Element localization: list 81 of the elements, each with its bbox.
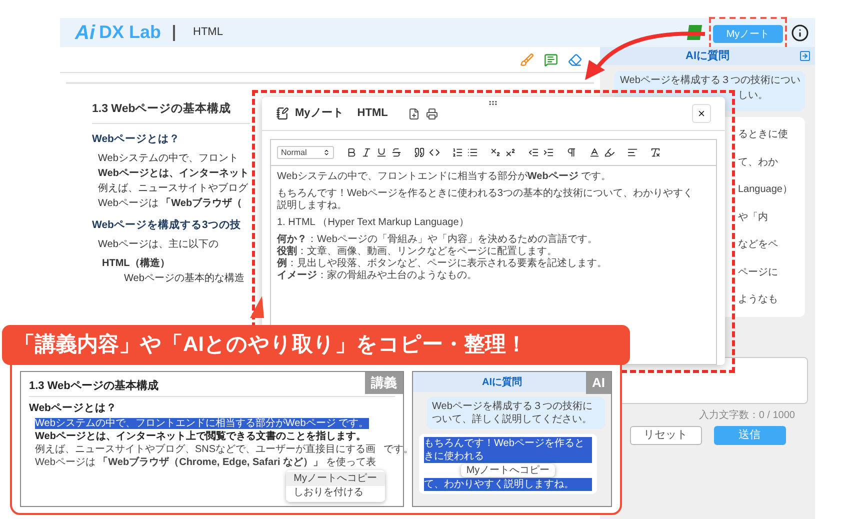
note-text: もちろんです！Webページを作るときに使われる3つの基本的な技術について、わかりやすく説明しますね。 bbox=[277, 188, 694, 212]
message-text: ページに bbox=[738, 266, 778, 278]
panel-button[interactable]: リセット bbox=[630, 426, 702, 445]
print-icon[interactable] bbox=[426, 108, 438, 120]
superscript-icon[interactable] bbox=[505, 147, 516, 158]
preview-text: Webページは 「Webブラウザ（Chrome, Edge, Safari など）」 を使って表 bbox=[35, 457, 376, 468]
lecture-text: Webページは 「Webブラウザ（ bbox=[98, 198, 242, 209]
note-text: 1. HTML （Hyper Text Markup Language） bbox=[277, 217, 470, 229]
style-select[interactable]: Normal bbox=[277, 146, 334, 159]
italic-icon[interactable] bbox=[361, 147, 372, 158]
lecture-title: 1.3 Webページの基本構成 bbox=[92, 103, 232, 115]
subscript-icon[interactable] bbox=[490, 147, 501, 158]
preview-text: です。 bbox=[384, 443, 414, 456]
selected-text: Webシステムの中で、フロントエンドに相当する部分がWebページ です。 bbox=[35, 418, 369, 429]
message-text: Language） bbox=[738, 184, 792, 195]
logo-text: DX Lab bbox=[99, 21, 162, 44]
outdent-icon[interactable] bbox=[528, 147, 539, 158]
clear-format-icon[interactable] bbox=[650, 147, 661, 158]
bold-icon[interactable] bbox=[346, 147, 357, 158]
align-left-icon[interactable] bbox=[627, 147, 638, 158]
lecture-text: HTML（構造） bbox=[102, 258, 170, 268]
modal-course: HTML bbox=[357, 106, 388, 122]
note-text: 何か？：Webページの「骨組み」や「内容」を決めるための言語です。 bbox=[277, 234, 598, 246]
eraser-icon[interactable] bbox=[568, 52, 582, 66]
message-text: や「内 bbox=[738, 212, 768, 222]
lecture-text: Webページは、主に以下の bbox=[98, 238, 218, 250]
preview-title: AIに質問 bbox=[482, 376, 522, 390]
numbered-list-icon[interactable] bbox=[452, 147, 463, 158]
character-counter: 入力文字数：0 / 1000 bbox=[698, 408, 795, 423]
close-button[interactable] bbox=[692, 104, 711, 123]
quote-icon[interactable] bbox=[414, 147, 425, 158]
message-text: ようなも bbox=[738, 294, 778, 305]
comment-icon[interactable] bbox=[544, 52, 558, 66]
menu-item[interactable]: Myノートへコピー bbox=[286, 472, 385, 486]
preview-heading: Webページとは？ bbox=[29, 402, 117, 414]
selected-text: もちろんです！Webページを作るときに使われる bbox=[424, 437, 592, 463]
section-heading: Webページを構成する3つの技 bbox=[92, 218, 241, 233]
preview-text: 例えば、ニュースサイトやブログ、SNSなどで、ユーザーが直接目にする画 bbox=[35, 443, 376, 456]
banner-text: 「講義内容」や「AIとのやり取り」をコピー・整理！ bbox=[14, 332, 527, 358]
highlighter-icon[interactable] bbox=[604, 147, 615, 158]
new-file-icon[interactable] bbox=[408, 108, 420, 120]
message-text: るときに使 bbox=[738, 129, 788, 140]
pilcrow-icon[interactable] bbox=[566, 147, 577, 158]
bullet-list-icon[interactable] bbox=[467, 147, 478, 158]
lecture-text: 例えば、ニュースサイトやブログ bbox=[98, 182, 248, 194]
underline-icon[interactable] bbox=[376, 147, 387, 158]
info-icon[interactable] bbox=[791, 24, 809, 42]
note-text: 例：見出しや段落、ボタンなど、ページに表示される要素を記述します。 bbox=[277, 258, 608, 270]
preview-text: Webページとは、インターネット上で閲覧できる文書のことを指します。 bbox=[35, 431, 366, 442]
message-text: Webページを構成する３つの技術につい bbox=[620, 75, 800, 86]
copy-popup[interactable]: Myノートへコピー bbox=[461, 464, 555, 477]
note-text: Webシステムの中で、フロントエンドに相当する部分がWebページ です。 bbox=[277, 171, 612, 183]
ai-tag: AI bbox=[586, 372, 611, 394]
user-bubble: Webページを構成する３つの技術について、詳しく説明してください。 bbox=[427, 397, 605, 429]
strikethrough-icon[interactable] bbox=[391, 147, 402, 158]
caret-icon bbox=[323, 149, 330, 156]
drag-handle-icon[interactable] bbox=[488, 98, 498, 108]
message-text: しい。 bbox=[738, 90, 768, 101]
modal-title: Myノート bbox=[295, 106, 344, 122]
exit-icon[interactable] bbox=[799, 50, 811, 62]
text-color-icon[interactable] bbox=[589, 147, 600, 158]
lecture-text: Webページの基本的な構造 bbox=[124, 272, 244, 284]
course-name: HTML bbox=[193, 25, 223, 40]
logo-mark: Ai bbox=[75, 20, 95, 46]
note-icon bbox=[276, 107, 289, 120]
message-text: て、わか bbox=[738, 156, 778, 168]
note-text: イメージ：家の骨組みや土台のようなもの。 bbox=[277, 270, 478, 282]
lecture-text: Webページとは、インターネット bbox=[98, 168, 249, 179]
lecture-tag: 講義 bbox=[365, 372, 403, 394]
callout-pointer bbox=[250, 296, 264, 318]
indent-icon[interactable] bbox=[543, 147, 554, 158]
preview-title: 1.3 Webページの基本構成 bbox=[29, 380, 158, 392]
menu-item[interactable]: しおりを付ける bbox=[286, 486, 385, 500]
section-heading: Webページとは？ bbox=[92, 132, 180, 147]
code-icon[interactable] bbox=[429, 147, 440, 158]
note-text: 役割：文章、画像、動画、リンクなどをページに配置します。 bbox=[277, 246, 558, 258]
panel-title: AIに質問 bbox=[686, 48, 730, 64]
selected-text: て、わかりやすく説明しますね。 bbox=[424, 478, 592, 491]
message-text: などをペ bbox=[738, 239, 778, 250]
close-icon bbox=[697, 109, 706, 118]
lecture-text: Webシステムの中で、フロント bbox=[98, 152, 238, 164]
